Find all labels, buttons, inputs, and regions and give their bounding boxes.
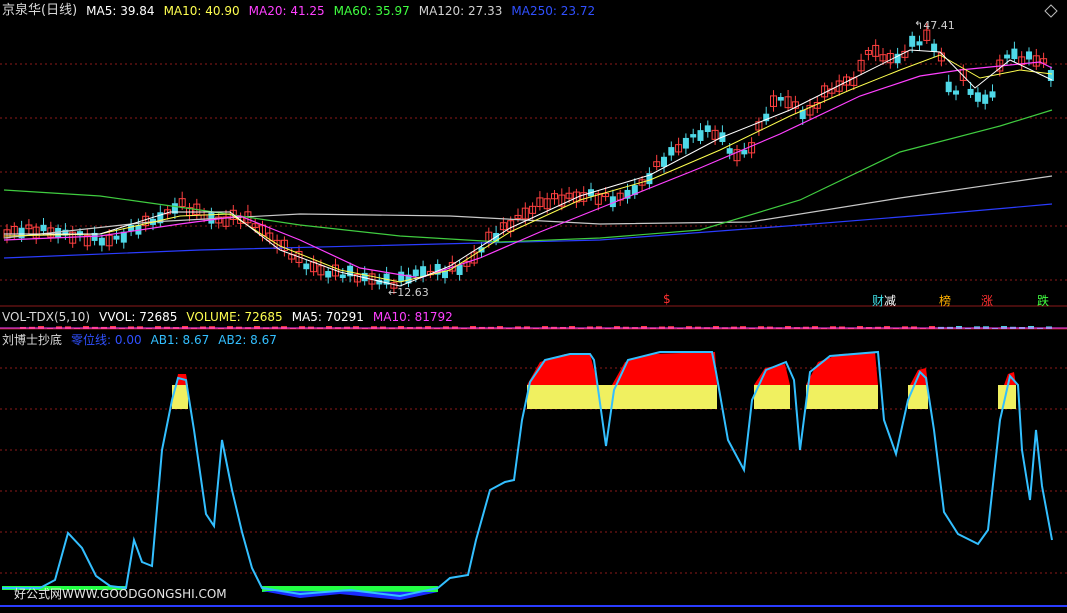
ma10-value: MA10: 40.90 <box>163 4 240 18</box>
zero-line-value: 零位线: 0.00 <box>71 333 142 347</box>
candle <box>646 167 653 190</box>
candle <box>171 197 178 219</box>
candle <box>426 264 434 279</box>
candle <box>353 268 361 287</box>
indicator-name[interactable]: 刘博士抄底 <box>2 332 62 348</box>
candle <box>120 228 127 249</box>
candle <box>857 53 865 76</box>
main-chart-header: 京泉华(日线) MA5: 39.84 MA10: 40.90 MA20: 41.… <box>2 2 604 20</box>
signal-marker: 跌 <box>1037 294 1050 308</box>
candle <box>83 228 91 251</box>
candle <box>47 221 55 242</box>
candle <box>974 87 981 108</box>
candle <box>982 89 989 110</box>
candle <box>325 267 332 284</box>
candle <box>653 154 661 171</box>
candle <box>303 259 310 276</box>
chart-canvas[interactable] <box>0 0 1067 613</box>
candle <box>770 90 777 112</box>
low-price-label: ←12.63 <box>388 286 429 299</box>
candle <box>945 74 952 96</box>
vol-indicator-name[interactable]: VOL-TDX(5,10) <box>2 309 90 325</box>
ma5-line <box>4 49 1053 287</box>
candle <box>806 98 814 120</box>
candle <box>872 39 880 62</box>
signal-red-cap <box>612 352 717 385</box>
ma10-line <box>3 54 1053 283</box>
candle <box>967 81 974 98</box>
diamond-icon[interactable] <box>1044 4 1058 18</box>
candle <box>931 39 938 58</box>
candle <box>420 260 427 283</box>
candle <box>682 133 689 155</box>
signal-red-cap <box>806 352 878 385</box>
candle <box>755 117 763 136</box>
candle <box>485 227 493 248</box>
ma250-value: MA250: 23.72 <box>511 4 596 18</box>
volume-value: VOLUME: 72685 <box>186 310 283 324</box>
ma20-line <box>3 61 1053 279</box>
candle <box>704 120 711 138</box>
ma120-value: MA120: 27.33 <box>418 4 503 18</box>
signal-marker: 财 <box>872 294 885 308</box>
candle <box>719 125 726 146</box>
signal-marker: $ <box>663 292 671 306</box>
candle <box>40 218 47 236</box>
ab2-value: AB2: 8.67 <box>218 333 277 347</box>
candle <box>748 137 756 159</box>
indicator-header: 刘博士抄底 零位线: 0.00 AB1: 8.67 AB2: 8.67 <box>2 331 286 349</box>
candle <box>1047 66 1054 87</box>
candle <box>989 84 996 101</box>
candle <box>953 85 959 101</box>
stock-chart-window: 京泉华(日线) MA5: 39.84 MA10: 40.90 MA20: 41.… <box>0 0 1067 613</box>
candle <box>405 267 412 288</box>
candle <box>864 47 872 61</box>
vvol-value: VVOL: 72685 <box>99 310 178 324</box>
candle <box>690 128 697 143</box>
candle <box>777 92 784 107</box>
ma60-value: MA60: 35.97 <box>333 4 410 18</box>
candle <box>791 95 799 114</box>
candle <box>733 145 741 167</box>
ab1-value: AB1: 8.67 <box>150 333 210 347</box>
candle <box>894 47 901 69</box>
vol-ma5-value: MA5: 70291 <box>291 310 364 324</box>
signal-marker: 榜 <box>939 294 952 308</box>
volume-header: VOL-TDX(5,10) VVOL: 72685 VOLUME: 72685 … <box>2 308 462 326</box>
signal-yellow-band <box>754 385 790 409</box>
candle <box>763 106 770 125</box>
candle <box>675 137 683 156</box>
candle <box>551 190 558 205</box>
signal-yellow-band <box>908 385 928 409</box>
candle <box>631 178 638 199</box>
ma120-line <box>3 175 1053 239</box>
candle <box>1011 41 1018 63</box>
candle <box>1040 52 1048 69</box>
signal-marker: 减 <box>884 294 897 308</box>
candle <box>244 204 252 227</box>
ma5-value: MA5: 39.84 <box>86 4 155 18</box>
candle <box>536 191 544 211</box>
stock-name[interactable]: 京泉华(日线) <box>2 3 77 19</box>
candle <box>222 209 230 230</box>
candle <box>661 152 667 173</box>
candle <box>916 35 923 51</box>
high-price-label: ↰47.41 <box>914 19 955 32</box>
vol-ma10-value: MA10: 81792 <box>372 310 453 324</box>
signal-yellow-band <box>806 385 878 409</box>
candle <box>616 189 624 207</box>
candle <box>98 234 105 252</box>
watermark: 好公式网WWW.GOODGONGSHI.COM <box>14 587 227 601</box>
candle <box>668 141 675 161</box>
candle <box>784 89 792 112</box>
candle <box>398 265 405 287</box>
candle <box>1032 48 1040 70</box>
signal-yellow-band <box>612 385 717 409</box>
signal-marker: 涨 <box>981 294 994 308</box>
candle <box>697 123 704 145</box>
candle <box>609 189 616 212</box>
ma20-value: MA20: 41.25 <box>248 4 325 18</box>
